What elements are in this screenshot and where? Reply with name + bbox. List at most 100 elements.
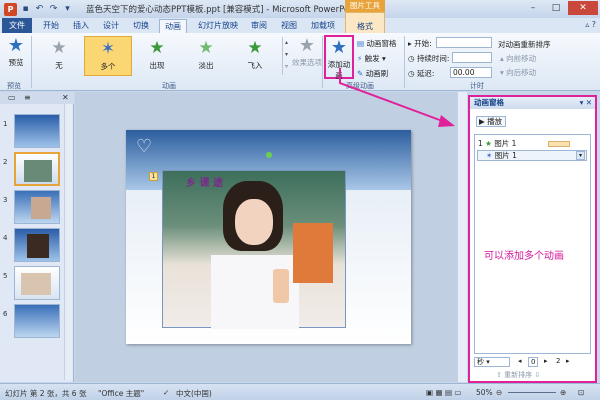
undo-icon[interactable]: ↶: [34, 4, 45, 15]
current-slide[interactable]: ♡ 乡 课 途 1: [126, 130, 411, 344]
slide-thumbnail-active[interactable]: [14, 152, 60, 186]
slide-thumbnail[interactable]: [14, 190, 60, 224]
animation-timing-bar[interactable]: [548, 141, 570, 147]
animation-pane-title: 动画窗格 ▾ ✕: [470, 97, 595, 109]
theme-status[interactable]: "Office 主题": [98, 388, 144, 399]
animation-painter-button[interactable]: ✎ 动画刷: [357, 68, 388, 79]
animation-list-item-selected[interactable]: ✶ 图片 1 ▾: [477, 150, 587, 161]
slide-number: 4: [3, 234, 8, 242]
slide-thumbnail[interactable]: [14, 114, 60, 148]
slide-thumbnail[interactable]: [14, 304, 60, 338]
photo-drink-cup: [273, 269, 289, 303]
play-button[interactable]: ▶ 播放: [476, 116, 506, 127]
animation-appear[interactable]: ★ 出现: [133, 36, 181, 76]
thumbnail-photo: [21, 273, 51, 295]
powerpoint-logo-icon[interactable]: P: [4, 2, 17, 16]
star-gray-icon: ★: [51, 38, 67, 58]
animation-list-item[interactable]: 1 ★ 图片 1: [477, 138, 587, 149]
trigger-icon: ⚡: [357, 54, 363, 63]
preview-button[interactable]: ★ 预览: [3, 35, 29, 77]
zoom-out-icon[interactable]: ⊖: [496, 388, 502, 397]
slide-thumbnail[interactable]: [14, 228, 60, 262]
tab-addins[interactable]: 加载项: [306, 19, 340, 33]
animation-multiple[interactable]: ✶ 多个: [84, 36, 132, 76]
minimize-button[interactable]: –: [522, 1, 544, 15]
canvas-scrollbar[interactable]: [457, 92, 467, 382]
slides-tab-icon[interactable]: ▭: [8, 93, 16, 102]
redo-icon[interactable]: ↷: [48, 4, 59, 15]
delay-label: ◷ 延迟:: [408, 68, 434, 79]
thumbnail-photo: [31, 197, 51, 219]
save-icon[interactable]: ▪: [20, 4, 31, 15]
timeline-prev-icon[interactable]: ◂: [518, 357, 522, 365]
effect-options-button[interactable]: ★ 效果选项: [292, 35, 322, 77]
clock-icon: ◷: [408, 54, 415, 63]
rotation-handle[interactable]: [266, 152, 272, 158]
animation-none[interactable]: ★ 无: [35, 36, 83, 76]
reorder-up-icon[interactable]: ⇧: [496, 371, 502, 379]
animation-pane: 动画窗格 ▾ ✕ ▶ 播放 1 ★ 图片 1 ✶ 图片 1 ▾ 可以添加多个动画…: [468, 95, 597, 383]
tab-view[interactable]: 视图: [276, 19, 302, 33]
customize-qat-icon[interactable]: ▾: [62, 4, 73, 15]
tab-review[interactable]: 审阅: [246, 19, 272, 33]
delay-clock-icon: ◷: [408, 69, 415, 78]
close-button[interactable]: ✕: [568, 1, 598, 15]
entrance-effect-icon: ★: [485, 139, 492, 148]
fit-to-window-icon[interactable]: ⊡: [578, 388, 584, 397]
tab-transitions[interactable]: 切换: [128, 19, 154, 33]
seconds-dropdown[interactable]: 秒 ▾: [474, 357, 510, 367]
tab-home[interactable]: 开始: [38, 19, 64, 33]
timeline-start: 0: [528, 357, 539, 367]
view-buttons[interactable]: ▣ ▦ ▤ ▭: [426, 388, 462, 397]
ribbon-minimize-help-icons[interactable]: ▵ ?: [585, 20, 596, 29]
star-multi-icon: ✶: [100, 39, 116, 59]
close-pane-icon[interactable]: ✕: [62, 93, 69, 102]
animation-none-label: 无: [55, 61, 63, 70]
start-label-text: 开始:: [414, 39, 432, 48]
animation-fly-in[interactable]: ★ 飞入: [231, 36, 279, 76]
tab-slideshow[interactable]: 幻灯片放映: [194, 19, 242, 33]
duration-label-text: 持续时间:: [416, 54, 450, 63]
effect-options-label: 效果选项: [292, 58, 322, 67]
zoom-slider[interactable]: [508, 392, 556, 393]
zoom-in-icon[interactable]: ⊕: [560, 388, 566, 397]
ribbon-separator: [404, 36, 405, 88]
timeline-next-icon[interactable]: ▸: [544, 357, 548, 365]
gallery-scroll[interactable]: ▴ ▾ ▿: [282, 37, 290, 75]
star-green-icon: ★: [247, 38, 263, 58]
add-animation-button[interactable]: ★ 添加动画: [324, 35, 354, 80]
zoom-level[interactable]: 50%: [476, 388, 493, 397]
tab-insert[interactable]: 插入: [68, 19, 94, 33]
move-later-button[interactable]: ▾ 向后移动: [500, 67, 536, 78]
outline-tab-icon[interactable]: ≡: [24, 93, 31, 102]
animation-item-dropdown[interactable]: ▾: [576, 151, 585, 160]
timeline-scroll-right-icon[interactable]: ▸: [566, 357, 570, 365]
animation-fly-in-label: 飞入: [247, 61, 263, 70]
slide-heading-text: 乡 课 途: [186, 178, 223, 189]
slide-photo[interactable]: [162, 170, 346, 329]
status-bar: 幻灯片 第 2 张，共 6 张 "Office 主题" ✓ 中文(中国) ▣ ▦…: [0, 383, 600, 400]
tab-file[interactable]: 文件: [2, 18, 32, 33]
slide-thumbnail[interactable]: [14, 266, 60, 300]
play-icon: ▶: [479, 117, 485, 126]
tab-format[interactable]: 格式: [345, 12, 385, 33]
tab-design[interactable]: 设计: [98, 19, 124, 33]
tab-animations[interactable]: 动画: [159, 19, 187, 33]
move-earlier-button[interactable]: ▴ 向前移动: [500, 53, 536, 64]
spellcheck-icon[interactable]: ✓: [163, 388, 169, 397]
reorder-down-icon[interactable]: ⇩: [534, 371, 540, 379]
photo-background-person: [293, 223, 333, 283]
animation-timeline-controls: 秒 ▾ ◂ 0 ▸ 2 ▸: [474, 357, 591, 367]
animation-fade[interactable]: ★ 淡出: [182, 36, 230, 76]
start-icon: ▸: [408, 39, 412, 48]
maximize-button[interactable]: □: [545, 1, 567, 15]
reorder-control[interactable]: ⇧ 重新排序 ⇩: [496, 370, 540, 380]
pane-options-close-icon[interactable]: ▾ ✕: [580, 97, 592, 109]
duration-field[interactable]: [452, 52, 492, 63]
animation-pane-button[interactable]: ▤ 动画窗格: [357, 38, 396, 49]
delay-field[interactable]: 00.00: [450, 67, 492, 78]
start-dropdown[interactable]: [436, 37, 492, 48]
language-status[interactable]: 中文(中国): [176, 388, 212, 399]
trigger-button[interactable]: ⚡ 触发 ▾: [357, 53, 386, 64]
slides-pane-scrollbar[interactable]: [64, 104, 72, 380]
